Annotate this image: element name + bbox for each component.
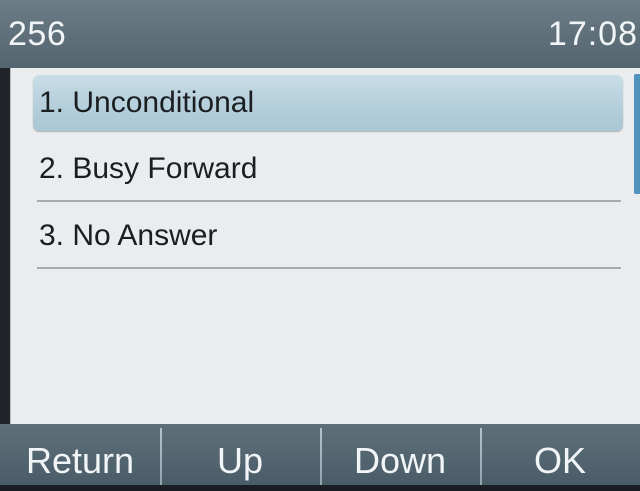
menu-item-no-answer[interactable]: 3. No Answer: [37, 202, 621, 269]
phone-screen: 256 17:08 1. Unconditional 2. Busy Forwa…: [0, 0, 640, 485]
down-softkey[interactable]: Down: [320, 424, 480, 485]
menu-item-label: 2. Busy Forward: [39, 152, 258, 185]
status-bar: 256 17:08: [0, 0, 640, 68]
scrollbar-thumb[interactable]: [634, 74, 640, 194]
return-softkey[interactable]: Return: [0, 424, 160, 485]
ok-softkey[interactable]: OK: [480, 424, 640, 485]
menu-list-panel: 1. Unconditional 2. Busy Forward 3. No A…: [10, 68, 640, 424]
menu-item-label: 1. Unconditional: [39, 86, 255, 119]
menu-list: 1. Unconditional 2. Busy Forward 3. No A…: [11, 68, 625, 269]
menu-item-busy-forward[interactable]: 2. Busy Forward: [37, 135, 621, 202]
clock-time: 17:08: [547, 15, 638, 53]
menu-item-unconditional[interactable]: 1. Unconditional: [33, 68, 623, 135]
scrollbar[interactable]: [633, 68, 640, 424]
softkey-bar: Return Up Down OK: [0, 424, 640, 485]
line-number: 256: [8, 15, 67, 53]
menu-item-label: 3. No Answer: [39, 219, 218, 252]
up-softkey[interactable]: Up: [160, 424, 320, 485]
